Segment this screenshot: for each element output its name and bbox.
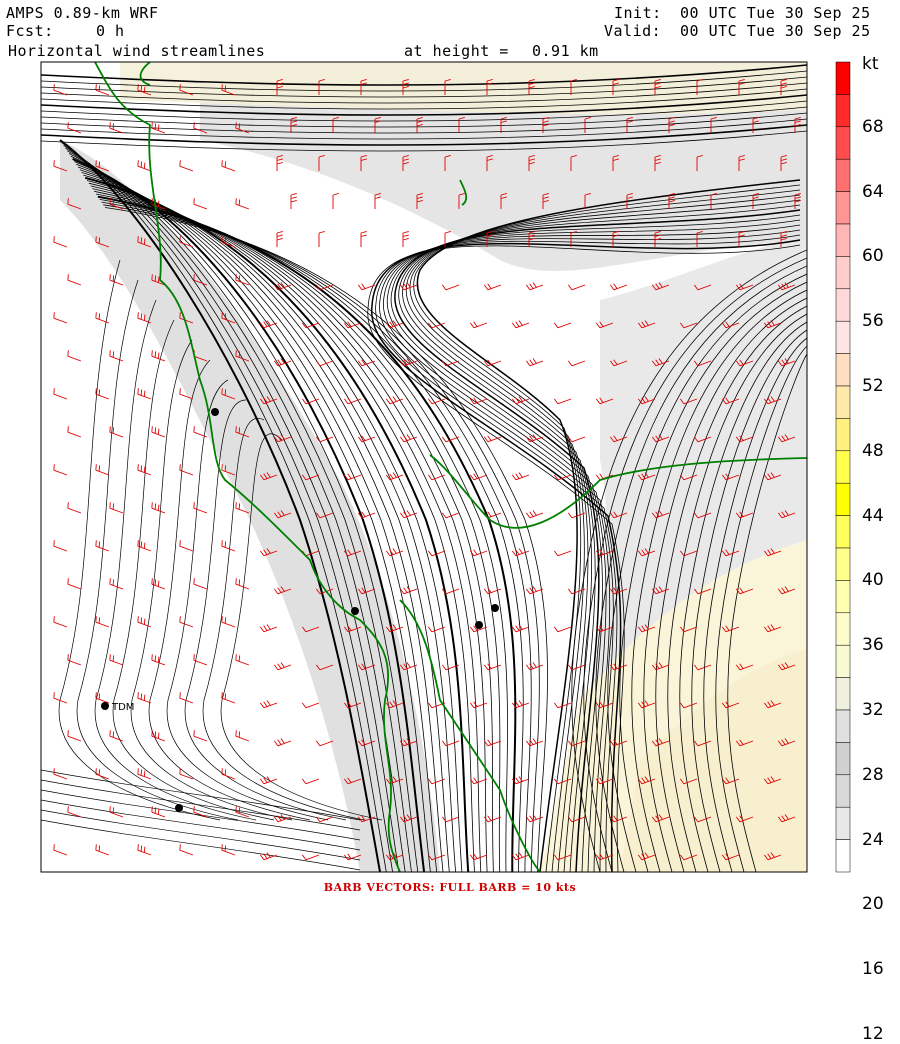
colorbar-tick-label: 68 (862, 116, 884, 137)
streamline-map: TDM (40, 61, 851, 873)
colorbar-swatch (835, 482, 851, 516)
colorbar-swatch (835, 709, 851, 743)
colorbar-tick-label: 40 (862, 570, 884, 591)
colorbar-tick-label: 24 (862, 829, 884, 850)
colorbar-swatch (835, 385, 851, 419)
colorbar-swatch (835, 256, 851, 290)
colorbar-swatch (835, 806, 851, 840)
colorbar-tick-label: 32 (862, 700, 884, 720)
colorbar-tick-label: 20 (862, 894, 884, 915)
colorbar-swatch (835, 61, 851, 95)
station-dot (491, 604, 499, 612)
colorbar-swatch (835, 418, 851, 452)
colorbar-swatch (835, 288, 851, 322)
wind-speed-shading (41, 62, 807, 872)
colorbar-swatch (835, 612, 851, 646)
colorbar (835, 61, 851, 873)
station-label-tdm: TDM (111, 702, 134, 713)
colorbar-swatch (835, 515, 851, 549)
colorbar-swatch (835, 320, 851, 354)
colorbar-swatch (835, 644, 851, 678)
colorbar-swatch (835, 191, 851, 225)
colorbar-unit: kt (862, 54, 879, 74)
colorbar-tick-label: 64 (862, 181, 884, 202)
colorbar-tick-label: 44 (862, 505, 884, 526)
colorbar-swatch (835, 353, 851, 387)
colorbar-tick-label: 36 (862, 635, 884, 656)
colorbar-swatch (835, 158, 851, 192)
colorbar-swatch (835, 223, 851, 257)
colorbar-tick-label: 56 (862, 311, 884, 332)
station-dot (475, 621, 483, 629)
colorbar-tick-label: 60 (862, 246, 884, 267)
colorbar-swatch (835, 450, 851, 484)
colorbar-swatch (835, 774, 851, 808)
colorbar-tick-label: 52 (862, 376, 884, 396)
colorbar-swatch (835, 839, 851, 873)
colorbar-swatch (835, 580, 851, 614)
colorbar-tick-label: 16 (862, 959, 884, 980)
station-dot (101, 702, 109, 710)
colorbar-swatch (835, 126, 851, 160)
barb-legend: BARB VECTORS: FULL BARB = 10 kts (323, 881, 577, 894)
colorbar-tick-label: 28 (862, 764, 884, 785)
station-dot (175, 804, 183, 812)
colorbar-tick-label: 48 (862, 440, 884, 461)
colorbar-swatch (835, 677, 851, 711)
station-dot (211, 408, 219, 416)
colorbar-tick-label: 12 (862, 1024, 884, 1044)
colorbar-swatch (835, 547, 851, 581)
station-dot (351, 607, 359, 615)
colorbar-swatch (835, 742, 851, 776)
colorbar-swatch (835, 94, 851, 128)
